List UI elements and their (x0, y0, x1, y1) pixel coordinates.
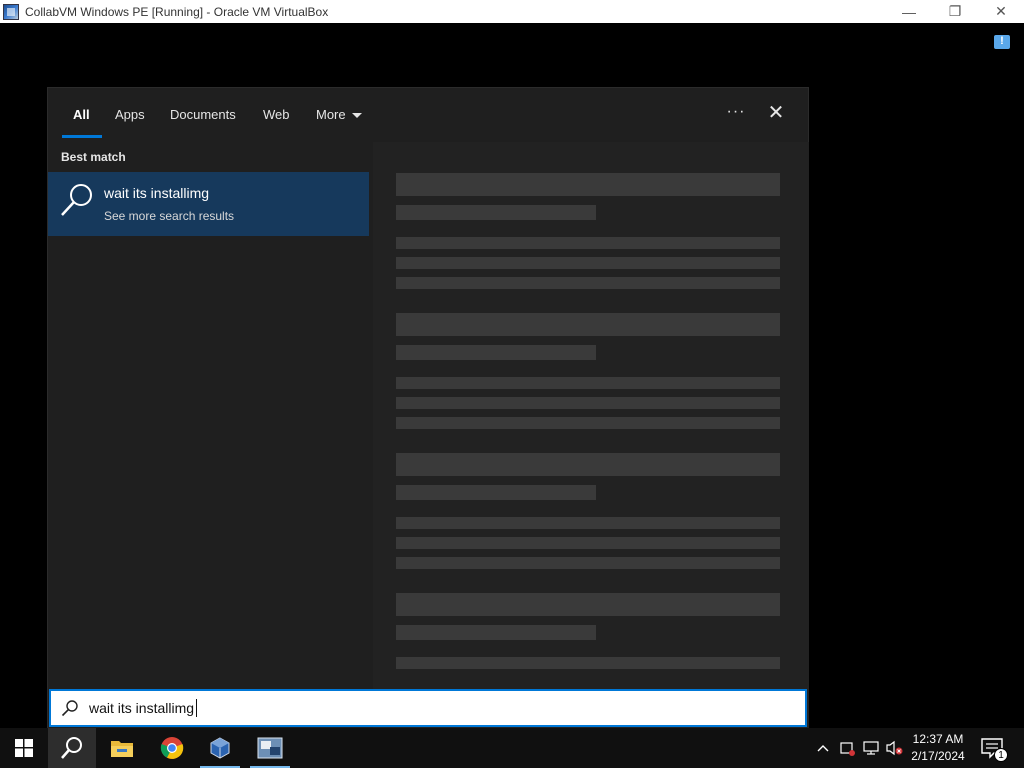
active-tab-indicator (62, 135, 102, 138)
search-panel: All Apps Documents Web More ··· ✕ Best m… (47, 87, 809, 729)
clock-date: 2/17/2024 (911, 749, 965, 763)
loading-placeholder (396, 345, 596, 360)
tab-all[interactable]: All (73, 106, 90, 126)
tab-more-label: More (316, 107, 346, 122)
restore-button[interactable]: ❐ (932, 0, 978, 23)
search-icon (61, 737, 82, 759)
tab-apps[interactable]: Apps (115, 106, 145, 126)
tab-web[interactable]: Web (263, 106, 290, 126)
tray-network-icon[interactable] (860, 728, 882, 768)
best-match-subtitle: See more search results (104, 209, 235, 223)
search-icon (61, 184, 92, 216)
text-cursor (196, 699, 198, 717)
loading-placeholder (396, 173, 780, 196)
loading-placeholder (396, 257, 780, 269)
loading-placeholder (396, 205, 596, 220)
volume-muted-icon (886, 740, 903, 756)
host-window-title: CollabVM Windows PE [Running] - Oracle V… (25, 4, 329, 19)
taskbar-search-button[interactable] (48, 728, 96, 768)
virtualbox-app-icon (3, 3, 19, 20)
loading-placeholder (396, 517, 780, 529)
file-explorer-icon (111, 741, 133, 757)
network-icon (863, 741, 879, 755)
loading-placeholder (396, 417, 780, 429)
tray-device-icon[interactable] (836, 728, 858, 768)
search-input-value: wait its installimg (89, 700, 195, 716)
virtualbox-icon (210, 737, 230, 759)
loading-placeholder (396, 397, 780, 409)
taskbar-app[interactable] (246, 728, 294, 768)
tab-more[interactable]: More (316, 106, 362, 126)
taskbar: 12:37 AM 2/17/2024 1 (0, 728, 1024, 768)
taskbar-virtualbox[interactable] (196, 728, 244, 768)
best-match-title: wait its installimg (104, 185, 210, 201)
feedback-icon[interactable]: ! (994, 35, 1010, 49)
results-list: Best match wait its installimg See more … (48, 142, 369, 729)
search-icon (61, 700, 78, 717)
loading-placeholder (396, 237, 780, 249)
search-input[interactable]: wait its installimg (49, 689, 807, 727)
show-hidden-icons-button[interactable] (812, 728, 834, 768)
start-icon (15, 739, 33, 757)
more-options-button[interactable]: ··· (724, 102, 748, 126)
taskbar-clock[interactable]: 12:37 AM 2/17/2024 (906, 731, 970, 765)
chevron-up-icon (817, 745, 829, 752)
notification-count-badge: 1 (994, 748, 1008, 762)
taskbar-chrome[interactable] (148, 728, 196, 768)
loading-placeholder (396, 537, 780, 549)
loading-placeholder (396, 657, 780, 669)
tab-documents[interactable]: Documents (170, 106, 236, 126)
host-title-bar: CollabVM Windows PE [Running] - Oracle V… (0, 0, 1024, 23)
close-panel-button[interactable]: ✕ (764, 101, 788, 125)
loading-placeholder (396, 625, 596, 640)
search-tabs-bar: All Apps Documents Web More ··· ✕ (48, 88, 808, 142)
loading-placeholder (396, 485, 596, 500)
close-button[interactable]: ✕ (978, 0, 1024, 23)
loading-placeholder (396, 557, 780, 569)
loading-placeholder (396, 593, 780, 616)
caret-down-icon (351, 113, 362, 119)
loading-placeholder (396, 277, 780, 289)
loading-placeholder (396, 453, 780, 476)
wine-app-icon (257, 737, 283, 759)
clock-time: 12:37 AM (912, 732, 964, 746)
minimize-button[interactable]: — (886, 0, 932, 23)
preview-pane-loading (373, 142, 809, 729)
chrome-icon (160, 737, 184, 759)
loading-placeholder (396, 377, 780, 389)
best-match-heading: Best match (61, 150, 126, 164)
removable-device-icon (840, 742, 855, 756)
start-button[interactable] (0, 728, 48, 768)
tray-volume-icon[interactable] (884, 728, 906, 768)
loading-placeholder (396, 313, 780, 336)
best-match-item[interactable]: wait its installimg See more search resu… (48, 172, 369, 236)
taskbar-file-explorer[interactable] (98, 728, 146, 768)
